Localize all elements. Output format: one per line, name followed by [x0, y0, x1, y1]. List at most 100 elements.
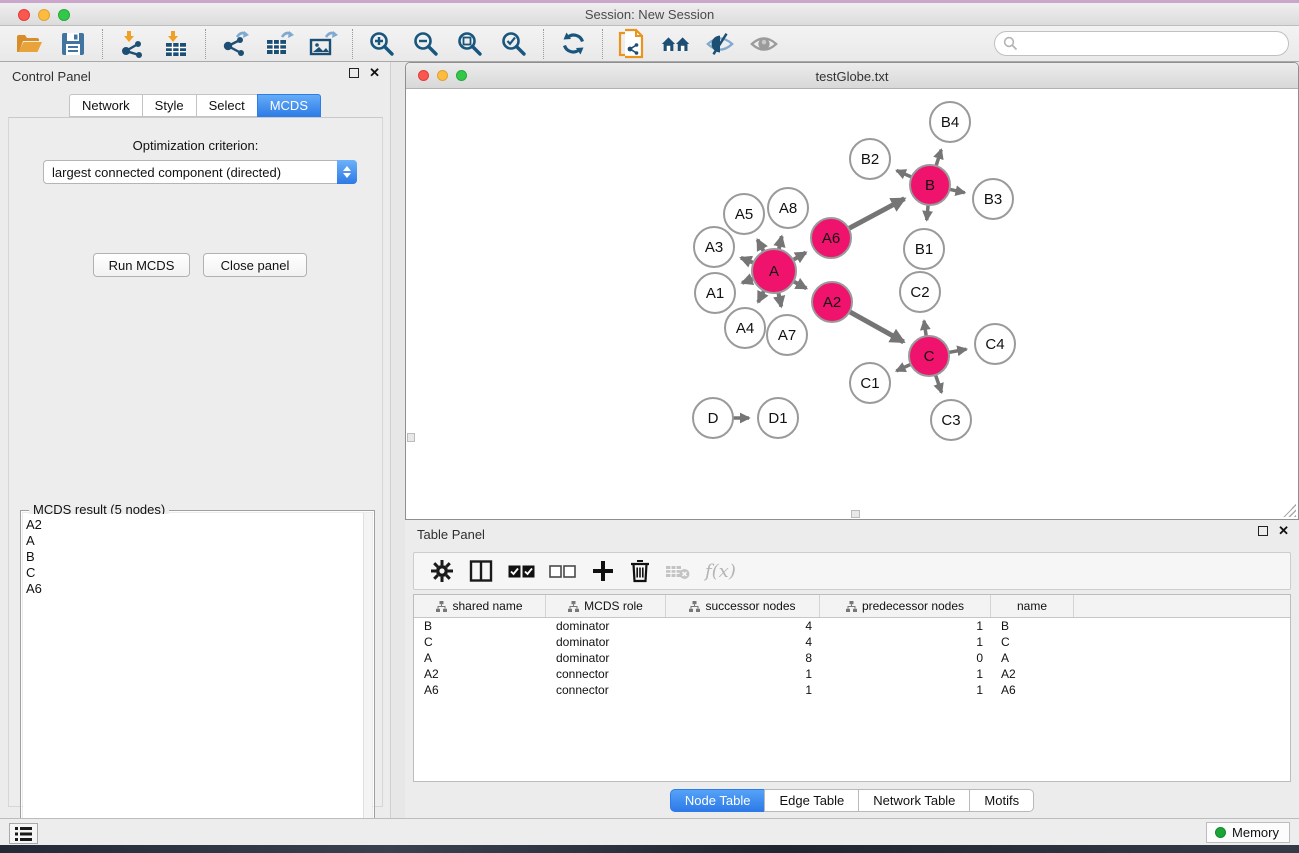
cell-shared-name[interactable]: A6	[414, 682, 546, 698]
close-table-panel-icon[interactable]: ✕	[1278, 526, 1289, 536]
export-table-icon[interactable]	[264, 29, 294, 59]
table-row[interactable]: Adominator80A	[414, 650, 1290, 666]
mcds-result-item[interactable]: B	[26, 549, 363, 565]
hide-graphics-details-icon[interactable]	[705, 29, 735, 59]
close-panel-button[interactable]: Close panel	[203, 253, 307, 277]
run-mcds-button[interactable]: Run MCDS	[93, 253, 190, 277]
edge-B-B2[interactable]	[897, 171, 912, 178]
column-header-shared-name[interactable]: shared name	[414, 595, 546, 617]
tab-motifs[interactable]: Motifs	[969, 789, 1034, 812]
export-network-icon[interactable]	[220, 29, 250, 59]
cell-successor-nodes[interactable]: 8	[666, 650, 820, 666]
memory-button[interactable]: Memory	[1206, 822, 1290, 843]
show-eye-icon[interactable]	[749, 29, 779, 59]
column-header-successor-nodes[interactable]: successor nodes	[666, 595, 820, 617]
cell-predecessor-nodes[interactable]: 1	[820, 666, 991, 682]
table-row[interactable]: A6connector11A6	[414, 682, 1290, 698]
add-column-icon[interactable]	[592, 556, 614, 586]
mcds-result-item[interactable]: A2	[26, 517, 363, 533]
zoom-selected-icon[interactable]	[499, 29, 529, 59]
column-header-name[interactable]: name	[991, 595, 1074, 617]
save-session-icon[interactable]	[58, 29, 88, 59]
tab-style[interactable]: Style	[142, 94, 196, 117]
cell-name[interactable]: C	[991, 634, 1074, 650]
tab-network-table[interactable]: Network Table	[858, 789, 969, 812]
edge-B-B4[interactable]	[936, 150, 941, 166]
edge-C-C4[interactable]	[949, 349, 967, 352]
import-network-icon[interactable]	[117, 29, 147, 59]
table-row[interactable]: Cdominator41C	[414, 634, 1290, 650]
window-resize-grip[interactable]	[1283, 504, 1296, 517]
tab-select[interactable]: Select	[196, 94, 257, 117]
settings-gear-icon[interactable]	[430, 556, 454, 586]
refresh-layout-icon[interactable]	[558, 29, 588, 59]
cell-MCDS-role[interactable]: connector	[546, 666, 666, 682]
canvas-bottom-handle[interactable]	[851, 510, 860, 518]
task-history-button[interactable]	[9, 823, 38, 844]
clone-network-icon[interactable]	[617, 29, 647, 59]
cell-name[interactable]: B	[991, 618, 1074, 634]
cell-successor-nodes[interactable]: 4	[666, 634, 820, 650]
edge-C-C3[interactable]	[936, 375, 942, 393]
zoom-in-icon[interactable]	[367, 29, 397, 59]
edge-C-C2[interactable]	[924, 321, 926, 336]
network-window-titlebar[interactable]: testGlobe.txt	[406, 63, 1298, 89]
edge-A-A8[interactable]	[779, 236, 782, 249]
edge-A-A4[interactable]	[758, 291, 764, 303]
edge-B-B3[interactable]	[950, 189, 965, 192]
table-row[interactable]: Bdominator41B	[414, 618, 1290, 634]
edge-A-A5[interactable]	[758, 240, 764, 252]
edge-A2-C[interactable]	[849, 312, 903, 342]
unselect-all-columns-icon[interactable]	[549, 556, 576, 586]
close-panel-icon[interactable]: ✕	[369, 68, 380, 78]
cell-shared-name[interactable]: B	[414, 618, 546, 634]
table-row[interactable]: A2connector11A2	[414, 666, 1290, 682]
mcds-result-item[interactable]: A	[26, 533, 363, 549]
select-all-columns-icon[interactable]	[508, 556, 535, 586]
cell-successor-nodes[interactable]: 1	[666, 682, 820, 698]
split-panel-icon[interactable]	[469, 556, 493, 586]
cell-name[interactable]: A	[991, 650, 1074, 666]
tab-node-table[interactable]: Node Table	[670, 789, 765, 812]
zoom-fit-icon[interactable]	[455, 29, 485, 59]
import-table-icon[interactable]	[161, 29, 191, 59]
optimization-criterion-select[interactable]: largest connected component (directed)	[43, 160, 357, 184]
zoom-out-icon[interactable]	[411, 29, 441, 59]
tab-mcds[interactable]: MCDS	[257, 94, 321, 117]
export-image-icon[interactable]	[308, 29, 338, 59]
cell-MCDS-role[interactable]: connector	[546, 682, 666, 698]
float-table-panel-icon[interactable]	[1258, 526, 1268, 536]
cell-MCDS-role[interactable]: dominator	[546, 618, 666, 634]
mcds-result-item[interactable]: A6	[26, 581, 363, 597]
cell-successor-nodes[interactable]: 4	[666, 618, 820, 634]
cell-MCDS-role[interactable]: dominator	[546, 650, 666, 666]
edge-B-B1[interactable]	[927, 205, 928, 220]
delete-columns-icon[interactable]	[629, 556, 651, 586]
result-scrollbar[interactable]	[363, 513, 372, 845]
first-neighbors-icon[interactable]	[661, 29, 691, 59]
edge-A6-B[interactable]	[849, 199, 905, 229]
edge-A-A3[interactable]	[741, 258, 754, 263]
cell-name[interactable]: A2	[991, 666, 1074, 682]
cell-predecessor-nodes[interactable]: 0	[820, 650, 991, 666]
search-input[interactable]	[994, 31, 1289, 56]
edge-A-A1[interactable]	[742, 279, 753, 283]
network-canvas[interactable]: AA2A6BCA1A3A4A5A7A8B1B2B3B4C1C2C3C4DD1	[407, 90, 1297, 519]
tab-edge-table[interactable]: Edge Table	[764, 789, 858, 812]
cell-predecessor-nodes[interactable]: 1	[820, 682, 991, 698]
edge-C-C1[interactable]	[896, 364, 910, 371]
tab-network[interactable]: Network	[69, 94, 142, 117]
edge-A-A2[interactable]	[793, 281, 806, 288]
cell-predecessor-nodes[interactable]: 1	[820, 618, 991, 634]
edge-A-A6[interactable]	[793, 253, 806, 260]
cell-MCDS-role[interactable]: dominator	[546, 634, 666, 650]
cell-shared-name[interactable]: A2	[414, 666, 546, 682]
edge-A-A7[interactable]	[778, 293, 781, 307]
cell-shared-name[interactable]: C	[414, 634, 546, 650]
cell-predecessor-nodes[interactable]: 1	[820, 634, 991, 650]
column-header-MCDS-role[interactable]: MCDS role	[546, 595, 666, 617]
mcds-result-item[interactable]: C	[26, 565, 363, 581]
float-panel-icon[interactable]	[349, 68, 359, 78]
canvas-left-handle[interactable]	[407, 433, 415, 442]
cell-name[interactable]: A6	[991, 682, 1074, 698]
